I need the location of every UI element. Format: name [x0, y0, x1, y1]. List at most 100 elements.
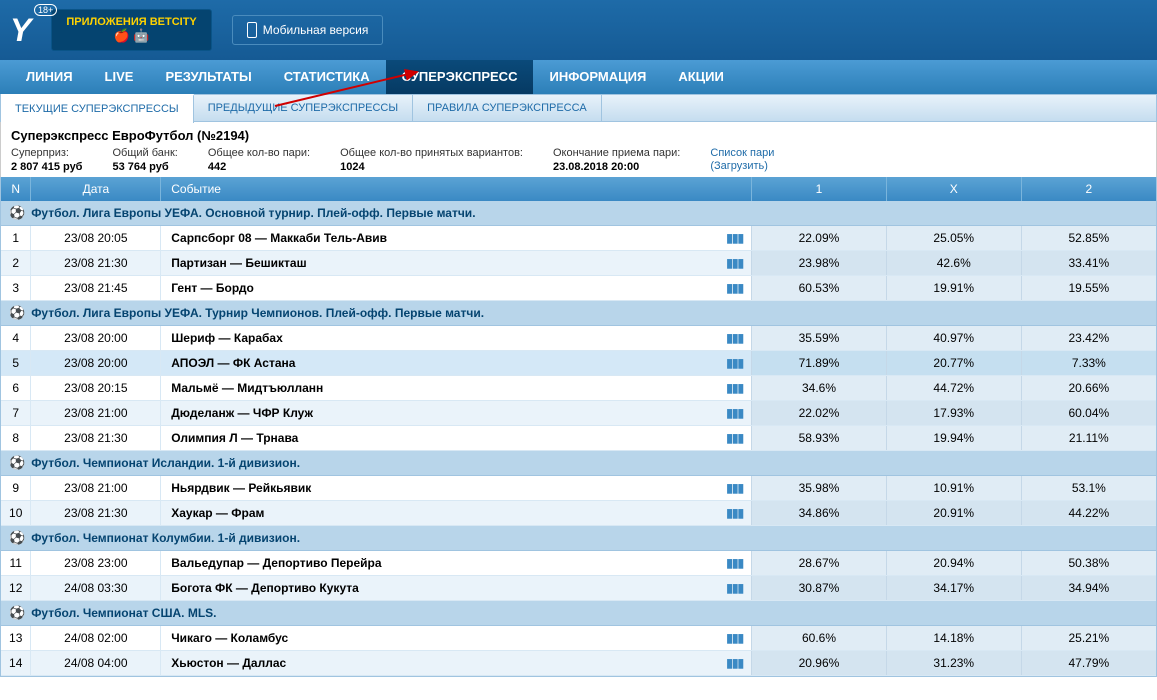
subnav-item-2[interactable]: ПРАВИЛА СУПЕРЭКСПРЕССА: [413, 95, 602, 122]
cell-v2[interactable]: 20.66%: [1021, 376, 1156, 401]
cell-v2[interactable]: 34.94%: [1021, 576, 1156, 601]
cell-v2[interactable]: 19.55%: [1021, 276, 1156, 301]
cell-vx[interactable]: 40.97%: [886, 326, 1021, 351]
table-row[interactable]: 1224/08 03:30Богота ФК — Депортиво Кукут…: [1, 576, 1156, 601]
cell-v1[interactable]: 34.6%: [752, 376, 887, 401]
cell-event[interactable]: Мальмё — Мидтъюлланн▮▮▮: [161, 376, 752, 401]
cell-v2[interactable]: 53.1%: [1021, 476, 1156, 501]
mainnav-item-0[interactable]: ЛИНИЯ: [10, 60, 89, 94]
cell-vx[interactable]: 19.91%: [886, 276, 1021, 301]
cell-event[interactable]: Ньярдвик — Рейкьявик▮▮▮: [161, 476, 752, 501]
cell-event[interactable]: Олимпия Л — Трнава▮▮▮: [161, 426, 752, 451]
stats-icon[interactable]: ▮▮▮: [726, 481, 743, 495]
cell-event[interactable]: АПОЭЛ — ФК Астана▮▮▮: [161, 351, 752, 376]
col-x[interactable]: X: [886, 177, 1021, 201]
cell-v2[interactable]: 33.41%: [1021, 251, 1156, 276]
table-row[interactable]: 423/08 20:00Шериф — Карабах▮▮▮35.59%40.9…: [1, 326, 1156, 351]
subnav-item-1[interactable]: ПРЕДЫДУЩИЕ СУПЕРЭКСПРЕССЫ: [194, 95, 413, 122]
cell-vx[interactable]: 19.94%: [886, 426, 1021, 451]
cell-vx[interactable]: 20.77%: [886, 351, 1021, 376]
stats-icon[interactable]: ▮▮▮: [726, 431, 743, 445]
cell-vx[interactable]: 31.23%: [886, 651, 1021, 676]
table-row[interactable]: 1324/08 02:00Чикаго — Коламбус▮▮▮60.6%14…: [1, 626, 1156, 651]
cell-event[interactable]: Гент — Бордо▮▮▮: [161, 276, 752, 301]
table-row[interactable]: 523/08 20:00АПОЭЛ — ФК Астана▮▮▮71.89%20…: [1, 351, 1156, 376]
stats-icon[interactable]: ▮▮▮: [726, 406, 743, 420]
cell-v2[interactable]: 50.38%: [1021, 551, 1156, 576]
cell-v2[interactable]: 44.22%: [1021, 501, 1156, 526]
apps-button[interactable]: ПРИЛОЖЕНИЯ BETCITY 🍎 🤖: [51, 9, 211, 51]
cell-v2[interactable]: 52.85%: [1021, 226, 1156, 251]
cell-vx[interactable]: 20.94%: [886, 551, 1021, 576]
cell-event[interactable]: Шериф — Карабах▮▮▮: [161, 326, 752, 351]
cell-vx[interactable]: 34.17%: [886, 576, 1021, 601]
stats-icon[interactable]: ▮▮▮: [726, 281, 743, 295]
cell-v1[interactable]: 60.6%: [752, 626, 887, 651]
cell-event[interactable]: Партизан — Бешикташ▮▮▮: [161, 251, 752, 276]
table-row[interactable]: 323/08 21:45Гент — Бордо▮▮▮60.53%19.91%1…: [1, 276, 1156, 301]
cell-v2[interactable]: 21.11%: [1021, 426, 1156, 451]
cell-event[interactable]: Сарпсборг 08 — Маккаби Тель-Авив▮▮▮: [161, 226, 752, 251]
mainnav-item-3[interactable]: СТАТИСТИКА: [268, 60, 386, 94]
cell-v2[interactable]: 7.33%: [1021, 351, 1156, 376]
table-row[interactable]: 823/08 21:30Олимпия Л — Трнава▮▮▮58.93%1…: [1, 426, 1156, 451]
cell-vx[interactable]: 44.72%: [886, 376, 1021, 401]
mainnav-item-6[interactable]: АКЦИИ: [662, 60, 740, 94]
cell-event[interactable]: Дюделанж — ЧФР Клуж▮▮▮: [161, 401, 752, 426]
cell-event[interactable]: Хьюстон — Даллас▮▮▮: [161, 651, 752, 676]
table-row[interactable]: 123/08 20:05Сарпсборг 08 — Маккаби Тель-…: [1, 226, 1156, 251]
stats-icon[interactable]: ▮▮▮: [726, 256, 743, 270]
cell-v2[interactable]: 25.21%: [1021, 626, 1156, 651]
cell-v1[interactable]: 20.96%: [752, 651, 887, 676]
cell-event[interactable]: Богота ФК — Депортиво Кукута▮▮▮: [161, 576, 752, 601]
table-row[interactable]: 723/08 21:00Дюделанж — ЧФР Клуж▮▮▮22.02%…: [1, 401, 1156, 426]
cell-vx[interactable]: 25.05%: [886, 226, 1021, 251]
table-row[interactable]: 223/08 21:30Партизан — Бешикташ▮▮▮23.98%…: [1, 251, 1156, 276]
cell-v1[interactable]: 30.87%: [752, 576, 887, 601]
cell-v1[interactable]: 28.67%: [752, 551, 887, 576]
col-2[interactable]: 2: [1021, 177, 1156, 201]
cell-vx[interactable]: 14.18%: [886, 626, 1021, 651]
cell-vx[interactable]: 10.91%: [886, 476, 1021, 501]
stats-icon[interactable]: ▮▮▮: [726, 581, 743, 595]
stats-icon[interactable]: ▮▮▮: [726, 231, 743, 245]
cell-v2[interactable]: 60.04%: [1021, 401, 1156, 426]
table-row[interactable]: 1424/08 04:00Хьюстон — Даллас▮▮▮20.96%31…: [1, 651, 1156, 676]
cell-vx[interactable]: 17.93%: [886, 401, 1021, 426]
cell-v1[interactable]: 58.93%: [752, 426, 887, 451]
mainnav-item-4[interactable]: СУПЕРЭКСПРЕСС: [386, 60, 534, 94]
mainnav-item-1[interactable]: LIVE: [89, 60, 150, 94]
cell-event[interactable]: Вальедупар — Депортиво Перейра▮▮▮: [161, 551, 752, 576]
stats-icon[interactable]: ▮▮▮: [726, 556, 743, 570]
stats-icon[interactable]: ▮▮▮: [726, 631, 743, 645]
cell-v2[interactable]: 47.79%: [1021, 651, 1156, 676]
table-row[interactable]: 923/08 21:00Ньярдвик — Рейкьявик▮▮▮35.98…: [1, 476, 1156, 501]
stats-icon[interactable]: ▮▮▮: [726, 331, 743, 345]
stats-icon[interactable]: ▮▮▮: [726, 356, 743, 370]
cell-event[interactable]: Хаукар — Фрам▮▮▮: [161, 501, 752, 526]
cell-v1[interactable]: 35.59%: [752, 326, 887, 351]
table-row[interactable]: 623/08 20:15Мальмё — Мидтъюлланн▮▮▮34.6%…: [1, 376, 1156, 401]
cell-vx[interactable]: 42.6%: [886, 251, 1021, 276]
mainnav-item-2[interactable]: РЕЗУЛЬТАТЫ: [149, 60, 267, 94]
table-row[interactable]: 1023/08 21:30Хаукар — Фрам▮▮▮34.86%20.91…: [1, 501, 1156, 526]
link-bet-list[interactable]: Список пари: [710, 147, 774, 159]
stats-icon[interactable]: ▮▮▮: [726, 656, 743, 670]
subnav-item-0[interactable]: ТЕКУЩИЕ СУПЕРЭКСПРЕССЫ: [1, 94, 194, 123]
stats-icon[interactable]: ▮▮▮: [726, 381, 743, 395]
mainnav-item-5[interactable]: ИНФОРМАЦИЯ: [533, 60, 662, 94]
cell-event[interactable]: Чикаго — Коламбус▮▮▮: [161, 626, 752, 651]
cell-v1[interactable]: 34.86%: [752, 501, 887, 526]
col-1[interactable]: 1: [752, 177, 887, 201]
cell-v1[interactable]: 71.89%: [752, 351, 887, 376]
table-row[interactable]: 1123/08 23:00Вальедупар — Депортиво Пере…: [1, 551, 1156, 576]
stats-icon[interactable]: ▮▮▮: [726, 506, 743, 520]
cell-v1[interactable]: 60.53%: [752, 276, 887, 301]
cell-v2[interactable]: 23.42%: [1021, 326, 1156, 351]
cell-v1[interactable]: 35.98%: [752, 476, 887, 501]
cell-v1[interactable]: 22.09%: [752, 226, 887, 251]
cell-v1[interactable]: 22.02%: [752, 401, 887, 426]
cell-v1[interactable]: 23.98%: [752, 251, 887, 276]
link-download[interactable]: (Загрузить): [710, 160, 774, 172]
cell-vx[interactable]: 20.91%: [886, 501, 1021, 526]
